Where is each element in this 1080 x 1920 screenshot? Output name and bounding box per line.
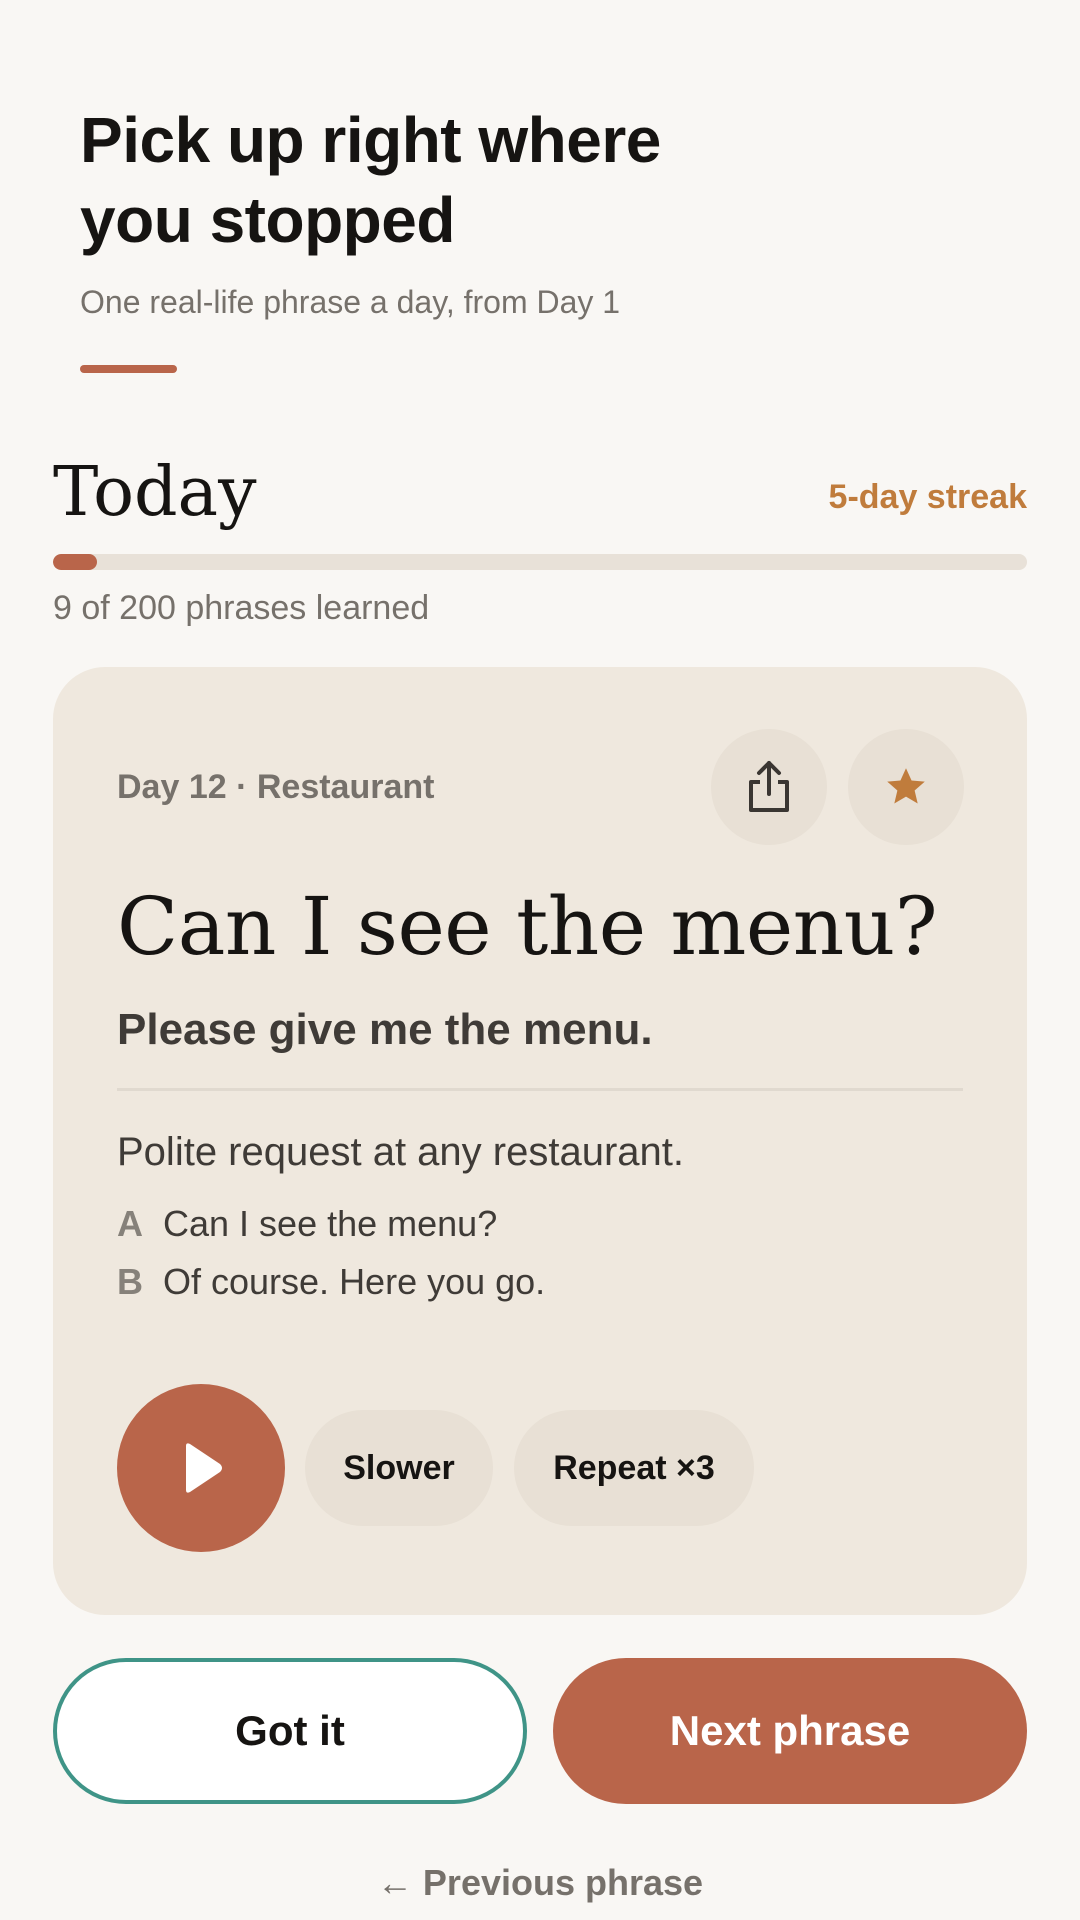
share-icon xyxy=(749,761,789,812)
phrase-translation: Please give me the menu. xyxy=(117,1005,653,1054)
share-button[interactable] xyxy=(711,729,827,845)
favorite-button[interactable] xyxy=(848,729,964,845)
usage-note: Polite request at any restaurant. xyxy=(117,1130,684,1174)
progress-text: 9 of 200 phrases learned xyxy=(53,589,430,627)
title-line-2: you stopped xyxy=(80,184,455,256)
card-divider xyxy=(117,1088,963,1091)
dialogue-line: B Of course. Here you go. xyxy=(117,1261,545,1319)
today-title: Today xyxy=(53,453,257,532)
streak-badge: 5-day streak xyxy=(828,477,1027,516)
speaker-label: B xyxy=(117,1261,143,1302)
page-header: Pick up right where you stopped One real… xyxy=(80,100,780,373)
title-line-1: Pick up right where xyxy=(80,104,661,176)
page-subtitle: One real-life phrase a day, from Day 1 xyxy=(80,284,621,320)
page-title: Pick up right where you stopped xyxy=(80,100,780,260)
speaker-label: A xyxy=(117,1203,143,1244)
today-header: Today 5-day streak xyxy=(53,450,1027,536)
dialogue-text: Can I see the menu? xyxy=(163,1203,498,1244)
star-icon xyxy=(887,768,925,804)
progress-fill xyxy=(53,554,97,570)
next-phrase-button[interactable]: Next phrase xyxy=(553,1658,1027,1804)
accent-divider xyxy=(80,365,177,373)
slower-button[interactable]: Slower xyxy=(305,1410,493,1526)
play-icon xyxy=(186,1443,222,1493)
play-audio-button[interactable] xyxy=(117,1384,285,1552)
progress-bar xyxy=(53,554,1027,570)
phrase-card: Day 12 · Restaurant Can I see the menu? … xyxy=(53,667,1027,1615)
repeat-button[interactable]: Repeat ×3 xyxy=(514,1410,754,1526)
got-it-button[interactable]: Got it xyxy=(53,1658,527,1804)
dialogue-line: A Can I see the menu? xyxy=(117,1203,545,1261)
phrase-text: Can I see the menu? xyxy=(117,880,938,973)
lesson-meta: Day 12 · Restaurant xyxy=(117,768,435,806)
example-dialogue: A Can I see the menu? B Of course. Here … xyxy=(117,1203,545,1319)
dialogue-text: Of course. Here you go. xyxy=(163,1261,546,1302)
previous-phrase-link[interactable]: ← Previous phrase xyxy=(0,1860,1080,1906)
